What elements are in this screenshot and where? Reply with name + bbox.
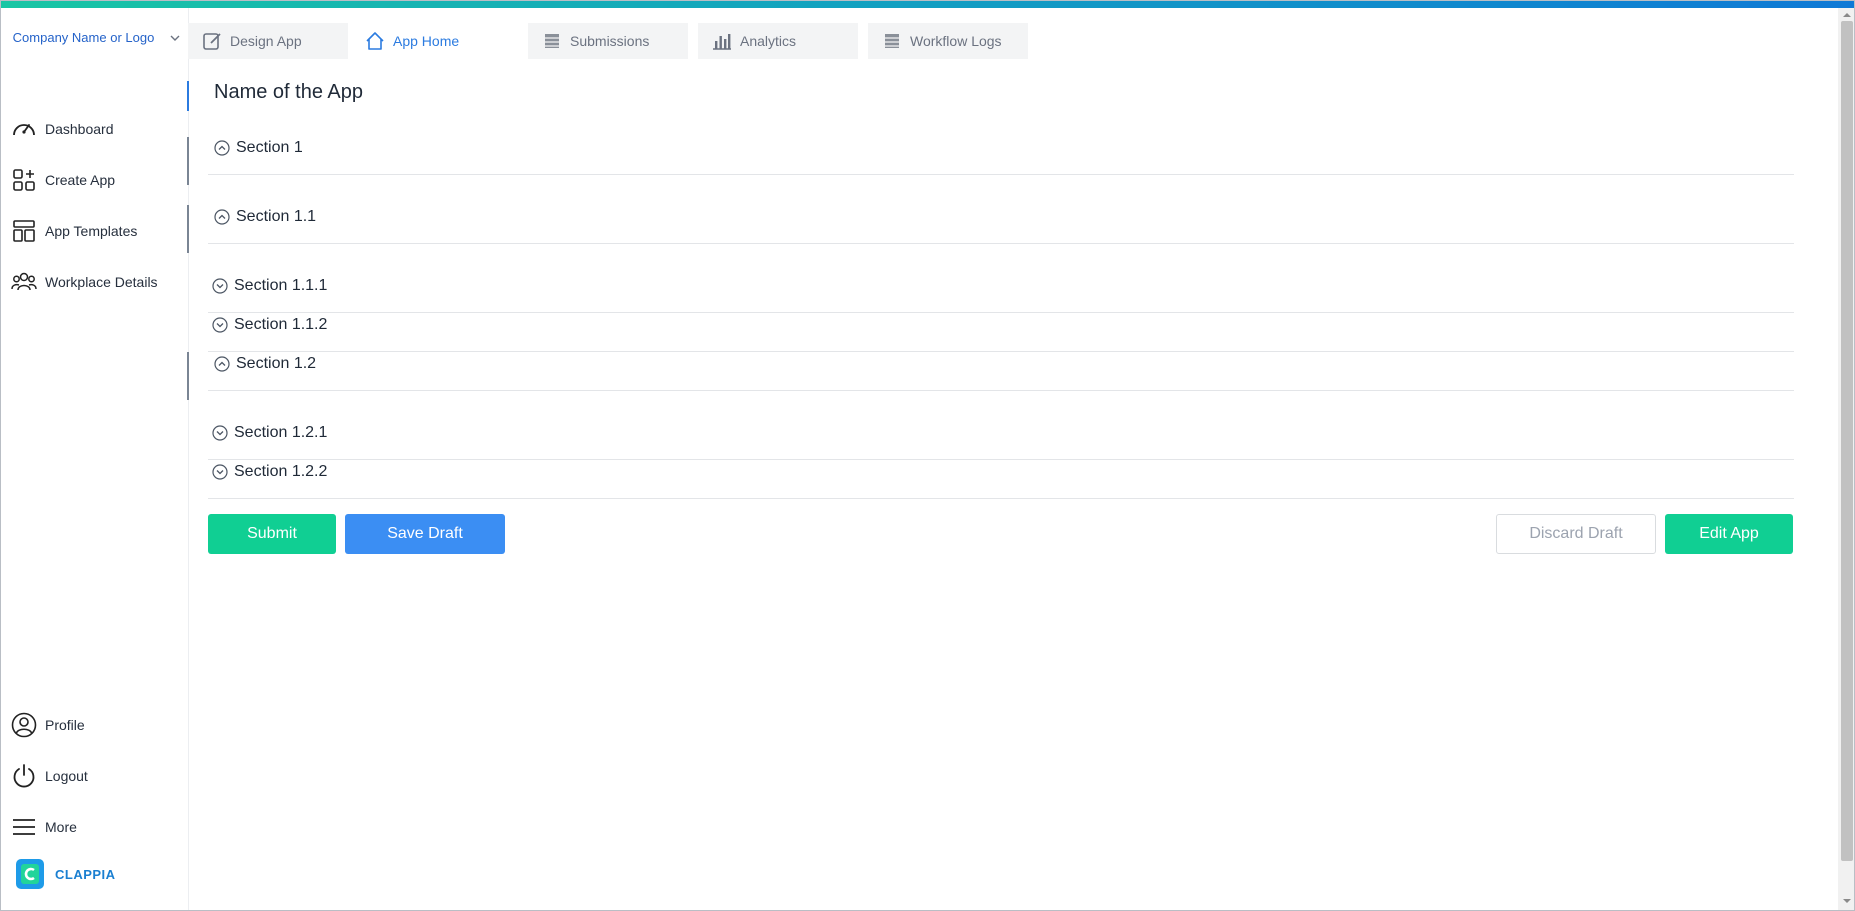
section-header[interactable]: Section 1.1 [208,206,1794,228]
nesting-line [187,352,189,400]
template-icon [11,218,37,244]
edit-app-button[interactable]: Edit App [1665,514,1793,554]
bar-chart-icon [712,31,732,51]
tab-analytics[interactable]: Analytics [698,23,858,59]
section-divider [208,498,1794,499]
sidebar-item-label: Dashboard [45,121,114,137]
chevron-up-icon [214,209,230,225]
menu-icon [11,814,37,840]
chevron-down-icon [212,317,228,333]
section-title: Section 1.2.1 [234,424,328,441]
list-icon [882,31,902,51]
section-title: Section 1 [236,139,303,156]
sidebar-item-more[interactable]: More [1,807,188,847]
sidebar-item-label: Workplace Details [45,274,158,290]
brand-name: CLAPPIA [55,866,116,882]
sidebar-item-app-templates[interactable]: App Templates [1,211,188,251]
tab-label: Design App [230,33,302,49]
apps-plus-icon [11,167,37,193]
app-window: Company Name or Logo Dashboard Create Ap… [0,0,1855,911]
gauge-icon [11,116,37,142]
section-divider [208,390,1794,391]
tab-workflow-logs[interactable]: Workflow Logs [868,23,1028,59]
section-header[interactable]: Section 1.1.2 [206,314,1792,336]
tab-submissions[interactable]: Submissions [528,23,688,59]
clappia-logo-icon [16,859,44,889]
section-header[interactable]: Section 1 [208,137,1794,159]
section-divider [208,174,1794,175]
sidebar-item-label: Logout [45,768,88,784]
chevron-down-icon [212,278,228,294]
chevron-down-icon [212,464,228,480]
scroll-up-icon[interactable] [1842,10,1852,20]
nesting-line [187,137,189,185]
submit-button[interactable]: Submit [208,514,336,554]
section-divider [208,243,1794,244]
scrollbar-thumb[interactable] [1841,21,1853,861]
sidebar-item-dashboard[interactable]: Dashboard [1,109,188,149]
section-title: Section 1.1 [236,208,317,225]
save-draft-button[interactable]: Save Draft [345,514,505,554]
top-gradient-bar [1,1,1854,8]
tab-design-app[interactable]: Design App [188,23,348,59]
active-indicator [187,81,189,111]
sidebar-item-label: Profile [45,717,85,733]
section-divider [208,312,1794,313]
scroll-down-icon[interactable] [1842,896,1852,906]
chevron-down-icon[interactable] [169,32,181,44]
sidebar-item-profile[interactable]: Profile [1,705,188,745]
section-header[interactable]: Section 1.2.1 [206,422,1792,444]
sidebar-item-workplace-details[interactable]: Workplace Details [1,262,188,302]
sidebar-item-label: More [45,819,77,835]
tab-label: Workflow Logs [910,33,1002,49]
list-icon [542,31,562,51]
edit-icon [202,31,222,51]
nesting-line [187,205,189,253]
chevron-down-icon [212,425,228,441]
user-circle-icon [11,712,37,738]
chevron-up-icon [214,140,230,156]
tab-app-home[interactable]: App Home [351,23,521,59]
tab-label: App Home [393,33,460,49]
chevron-up-icon [214,356,230,372]
sidebar-item-label: App Templates [45,223,138,239]
page-title: Name of the App [214,81,363,103]
section-title: Section 1.1.1 [234,277,328,294]
brand: CLAPPIA [15,858,116,890]
section-header[interactable]: Section 1.2 [208,353,1794,375]
section-title: Section 1.2.2 [234,463,328,480]
tab-label: Analytics [740,33,797,49]
users-icon [11,269,37,295]
tab-label: Submissions [570,33,650,49]
section-divider [208,459,1794,460]
sidebar-item-label: Create App [45,172,116,188]
discard-draft-button[interactable]: Discard Draft [1496,514,1656,554]
section-divider [208,351,1794,352]
section-title: Section 1.1.2 [234,316,328,333]
section-header[interactable]: Section 1.2.2 [206,461,1792,483]
section-title: Section 1.2 [236,355,317,372]
company-name[interactable]: Company Name or Logo [11,26,156,50]
sidebar-item-create-app[interactable]: Create App [1,160,188,200]
power-icon [11,763,37,789]
sidebar-item-logout[interactable]: Logout [1,756,188,796]
section-header[interactable]: Section 1.1.1 [206,275,1792,297]
home-icon [365,31,385,51]
